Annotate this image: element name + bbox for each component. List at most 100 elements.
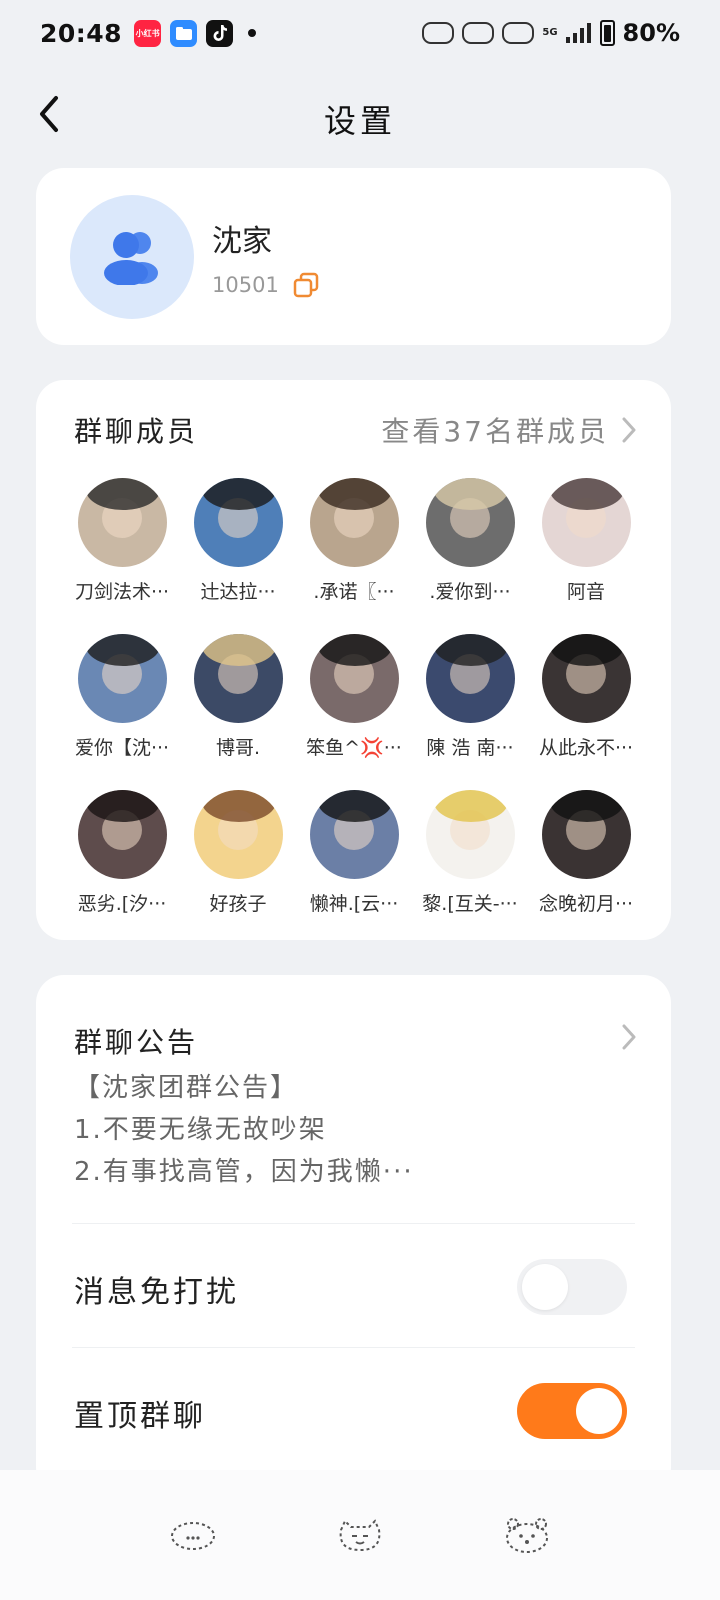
home-nav-icon [339,1519,381,1552]
status-time: 20:48 [40,18,123,48]
member-avatar [77,478,167,567]
member-name: 恶劣.[汐··· [77,893,167,915]
system-navigation-bar [0,1470,720,1600]
member-avatar [309,634,399,723]
avatar-hair-shape [549,790,624,822]
member-item[interactable]: 黎.[互关-··· [412,790,528,916]
pin-chat-toggle[interactable] [517,1383,627,1439]
member-avatar [309,790,399,879]
battery-icon [599,20,615,46]
view-all-members-link[interactable]: 查看37名群成员 [381,410,637,450]
member-name: 好孩子 [209,893,267,915]
toggle-knob [522,1264,568,1310]
avatar-hair-shape [433,478,508,510]
member-item[interactable]: 从此永不··· [528,634,644,760]
notification-dot-icon [248,29,257,37]
member-name: .承诺〖··· [313,581,395,603]
network-type: 5G [542,27,558,38]
group-id-row: 10501 [212,272,319,298]
member-avatar [425,478,515,567]
recents-nav-button[interactable] [495,1510,559,1560]
divider [72,1223,635,1224]
member-name: 阿音 [566,581,605,603]
member-avatar [309,478,399,567]
member-avatar [193,634,283,723]
group-name: 沈家 [212,224,272,259]
member-item[interactable]: 阿音 [528,478,644,604]
member-grid: 刀剑法术··· 辻达拉··· .承诺〖··· .爱你到··· 阿音爱你【沈··· 博哥. 笨… [64,478,644,916]
member-item[interactable]: 辻达拉··· [180,478,296,604]
tiktok-icon [206,19,234,47]
member-name: 爱你【沈··· [74,737,170,759]
avatar-hair-shape [433,790,508,822]
home-nav-button[interactable] [328,1510,392,1560]
member-avatar [425,634,515,723]
avatar-hair-shape [317,478,392,510]
copy-icon[interactable] [293,272,319,298]
member-avatar [193,790,283,879]
recents-nav-icon [505,1518,548,1553]
member-avatar [77,634,167,723]
chevron-right-icon[interactable] [621,1023,637,1051]
avatar-hair-shape [85,634,160,666]
member-item[interactable]: .承诺〖··· [296,478,412,604]
member-avatar [541,634,631,723]
avatar-hair-shape [433,634,508,666]
notice-body[interactable]: 【沈家团群公告】 1.不要无缘无故吵架 2.有事找高管，因为我懒··· [74,1067,634,1193]
member-name: 陳 浩 南··· [426,737,514,759]
group-info-card[interactable]: 沈家 10501 [36,168,671,345]
view-all-members-label: 查看37名群成员 [381,415,609,448]
member-item[interactable]: 懒神.[云··· [296,790,412,916]
member-name: 笨鱼^💢··· [306,737,402,759]
member-item[interactable]: 念晚初月··· [528,790,644,916]
group-members-card: 群聊成员 查看37名群成员 刀剑法术··· 辻达拉··· .承诺〖··· .爱你到··… [36,380,671,940]
signal-icon [565,23,591,43]
xiaohongshu-icon: 小红书 [134,19,162,47]
member-avatar [541,790,631,879]
wifi-bear-icon [462,22,495,44]
member-item[interactable]: 恶劣.[汐··· [64,790,180,916]
notice-title[interactable]: 群聊公告 [74,1021,198,1061]
avatar-hair-shape [201,478,276,510]
avatar-hair-shape [201,634,276,666]
member-item[interactable]: .爱你到··· [412,478,528,604]
member-name: 辻达拉··· [200,581,276,603]
member-item[interactable]: 刀剑法术··· [64,478,180,604]
member-name: 懒神.[云··· [309,893,399,915]
member-item[interactable]: 爱你【沈··· [64,634,180,760]
member-name: 博哥. [215,737,261,759]
member-item[interactable]: 笨鱼^💢··· [296,634,412,760]
do-not-disturb-toggle[interactable] [517,1259,627,1315]
group-avatar[interactable] [70,195,194,319]
page-header: 设置 [0,80,720,150]
member-avatar [541,478,631,567]
avatar-hair-shape [317,790,392,822]
group-users-icon [104,232,158,285]
avatar-hair-shape [549,478,624,510]
divider [72,1347,635,1348]
member-name: 从此永不··· [538,737,634,759]
avatar-hair-shape [549,634,624,666]
avatar-hair-shape [85,478,160,510]
pin-chat-label: 置顶群聊 [74,1399,206,1434]
member-avatar [193,478,283,567]
member-name: 黎.[互关-··· [422,893,518,915]
avatar-hair-shape [201,790,276,822]
bear-sticker-icon [422,22,455,44]
status-bar: 20:48 小红书 5G 80% [0,0,720,66]
members-section-title: 群聊成员 [74,415,199,448]
do-not-disturb-label: 消息免打扰 [74,1275,239,1310]
page-title: 设置 [323,102,396,140]
group-settings-card: 群聊公告 【沈家团群公告】 1.不要无缘无故吵架 2.有事找高管，因为我懒···… [36,975,671,1495]
member-item[interactable]: 陳 浩 南··· [412,634,528,760]
chevron-right-icon [622,417,636,443]
member-item[interactable]: 好孩子 [180,790,296,916]
status-indicators: 5G 80% [422,19,680,47]
member-name: .爱你到··· [429,581,511,603]
member-avatar [77,790,167,879]
member-item[interactable]: 博哥. [180,634,296,760]
back-nav-button[interactable] [161,1510,225,1560]
battery-percent: 80% [622,19,680,47]
back-nav-icon [171,1522,216,1550]
avatar-hair-shape [85,790,160,822]
